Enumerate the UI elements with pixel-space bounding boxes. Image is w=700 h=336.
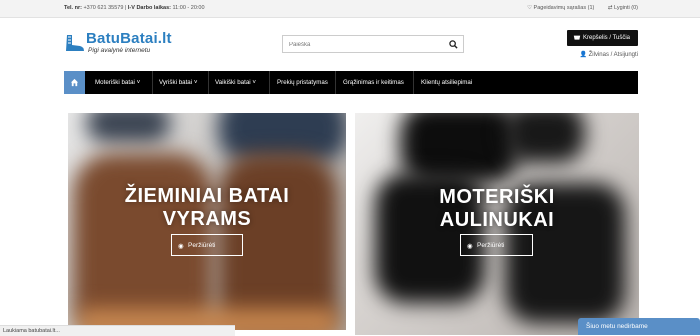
nav-item-men[interactable]: Vyriški batai ˅ bbox=[159, 79, 197, 86]
eye-icon: ◉ bbox=[178, 243, 184, 250]
main-navigation: Moteriški batai ˅ Vyriški batai ˅ Vaikiš… bbox=[64, 71, 638, 94]
banner-title-line1: MOTERIŠKI bbox=[439, 186, 555, 208]
account-label: Žilvinas / Atsijungti bbox=[588, 52, 638, 58]
phone-number[interactable]: +370 621 35579 bbox=[83, 5, 123, 11]
nav-item-delivery[interactable]: Prekių pristatymas bbox=[277, 79, 328, 86]
compare-icon: ⇄ bbox=[607, 5, 613, 11]
cart-icon bbox=[573, 35, 581, 40]
chat-widget[interactable]: Šiuo metu nedirbame bbox=[578, 318, 700, 335]
contact-info: Tel. nr: +370 621 35579 | I-V Darbo laik… bbox=[64, 5, 205, 11]
nav-divider bbox=[269, 71, 270, 94]
cart-button[interactable]: Krepšelis / Tuščia bbox=[567, 30, 638, 46]
hours-label: I-V Darbo laikas: bbox=[127, 5, 171, 11]
banner-men-winter-boots[interactable]: ŽIEMINIAI BATAI VYRAMS ◉ Peržiūrėti bbox=[68, 113, 346, 330]
view-button-label: Peržiūrėti bbox=[188, 242, 216, 249]
nav-item-returns[interactable]: Grąžinimas ir keitimas bbox=[343, 79, 404, 86]
home-icon bbox=[70, 78, 79, 87]
nav-item-label: Moteriški batai bbox=[95, 79, 135, 86]
chevron-down-icon: ˅ bbox=[136, 79, 141, 86]
logo-tagline: Pigi avalynė internetu bbox=[88, 47, 151, 54]
user-icon: 👤 bbox=[579, 52, 587, 58]
compare-link[interactable]: ⇄ Lyginti (0) bbox=[608, 5, 638, 11]
cart-label: Krepšelis / Tuščia bbox=[583, 34, 631, 41]
banner-title-line2: VYRAMS bbox=[162, 208, 252, 230]
heart-icon: ♡ bbox=[527, 5, 532, 11]
view-button-label: Peržiūrėti bbox=[477, 242, 505, 249]
status-text: Laukiama batubatai.lt... bbox=[3, 328, 60, 334]
banner-image bbox=[86, 113, 171, 143]
compare-label: Lyginti (0) bbox=[614, 5, 638, 11]
view-button[interactable]: ◉ Peržiūrėti bbox=[460, 234, 533, 256]
nav-item-label: Vyriški batai bbox=[159, 79, 193, 86]
boot-logo-icon bbox=[66, 35, 84, 51]
wishlist-link[interactable]: ♡ Pageidavimų sąrašas (1) bbox=[527, 5, 596, 11]
logo-text: BatuBatai.lt bbox=[86, 30, 172, 47]
top-bar: Tel. nr: +370 621 35579 | I-V Darbo laik… bbox=[0, 0, 700, 18]
search-box bbox=[282, 35, 464, 53]
banner-image bbox=[505, 113, 585, 163]
nav-divider bbox=[152, 71, 153, 94]
nav-divider bbox=[413, 71, 414, 94]
hours-value: 11:00 - 20:00 bbox=[172, 5, 205, 11]
nav-item-label: Vaikiški batai bbox=[215, 79, 251, 86]
chat-label: Šiuo metu nedirbame bbox=[586, 323, 648, 330]
eye-icon: ◉ bbox=[467, 243, 473, 250]
site-logo[interactable]: BatuBatai.lt Pigi avalynė internetu bbox=[64, 30, 174, 60]
banner-title-line1: ŽIEMINIAI BATAI bbox=[124, 185, 290, 207]
banner-women-ankle-boots[interactable]: MOTERIŠKI AULINUKAI ◉ Peržiūrėti bbox=[355, 113, 639, 335]
search-icon[interactable] bbox=[449, 40, 458, 49]
nav-divider bbox=[208, 71, 209, 94]
browser-status-bar: Laukiama batubatai.lt... bbox=[0, 325, 235, 336]
chevron-down-icon: ˅ bbox=[252, 79, 257, 86]
nav-item-kids[interactable]: Vaikiški batai ˅ bbox=[215, 79, 256, 86]
search-input[interactable] bbox=[287, 38, 441, 52]
wishlist-label: Pageidavimų sąrašas (1) bbox=[533, 5, 595, 11]
nav-home[interactable] bbox=[64, 71, 85, 94]
nav-divider bbox=[335, 71, 336, 94]
chevron-down-icon: ˅ bbox=[193, 79, 198, 86]
banner-title-line2: AULINUKAI bbox=[439, 209, 555, 231]
account-links[interactable]: 👤 Žilvinas / Atsijungti bbox=[579, 51, 638, 58]
phone-label: Tel. nr: bbox=[64, 5, 82, 11]
view-button[interactable]: ◉ Peržiūrėti bbox=[171, 234, 243, 256]
nav-item-women[interactable]: Moteriški batai ˅ bbox=[95, 79, 140, 86]
top-links: ♡ Pageidavimų sąrašas (1) ⇄ Lyginti (0) bbox=[515, 5, 638, 11]
nav-item-reviews[interactable]: Klientų atsiliepimai bbox=[421, 79, 472, 86]
